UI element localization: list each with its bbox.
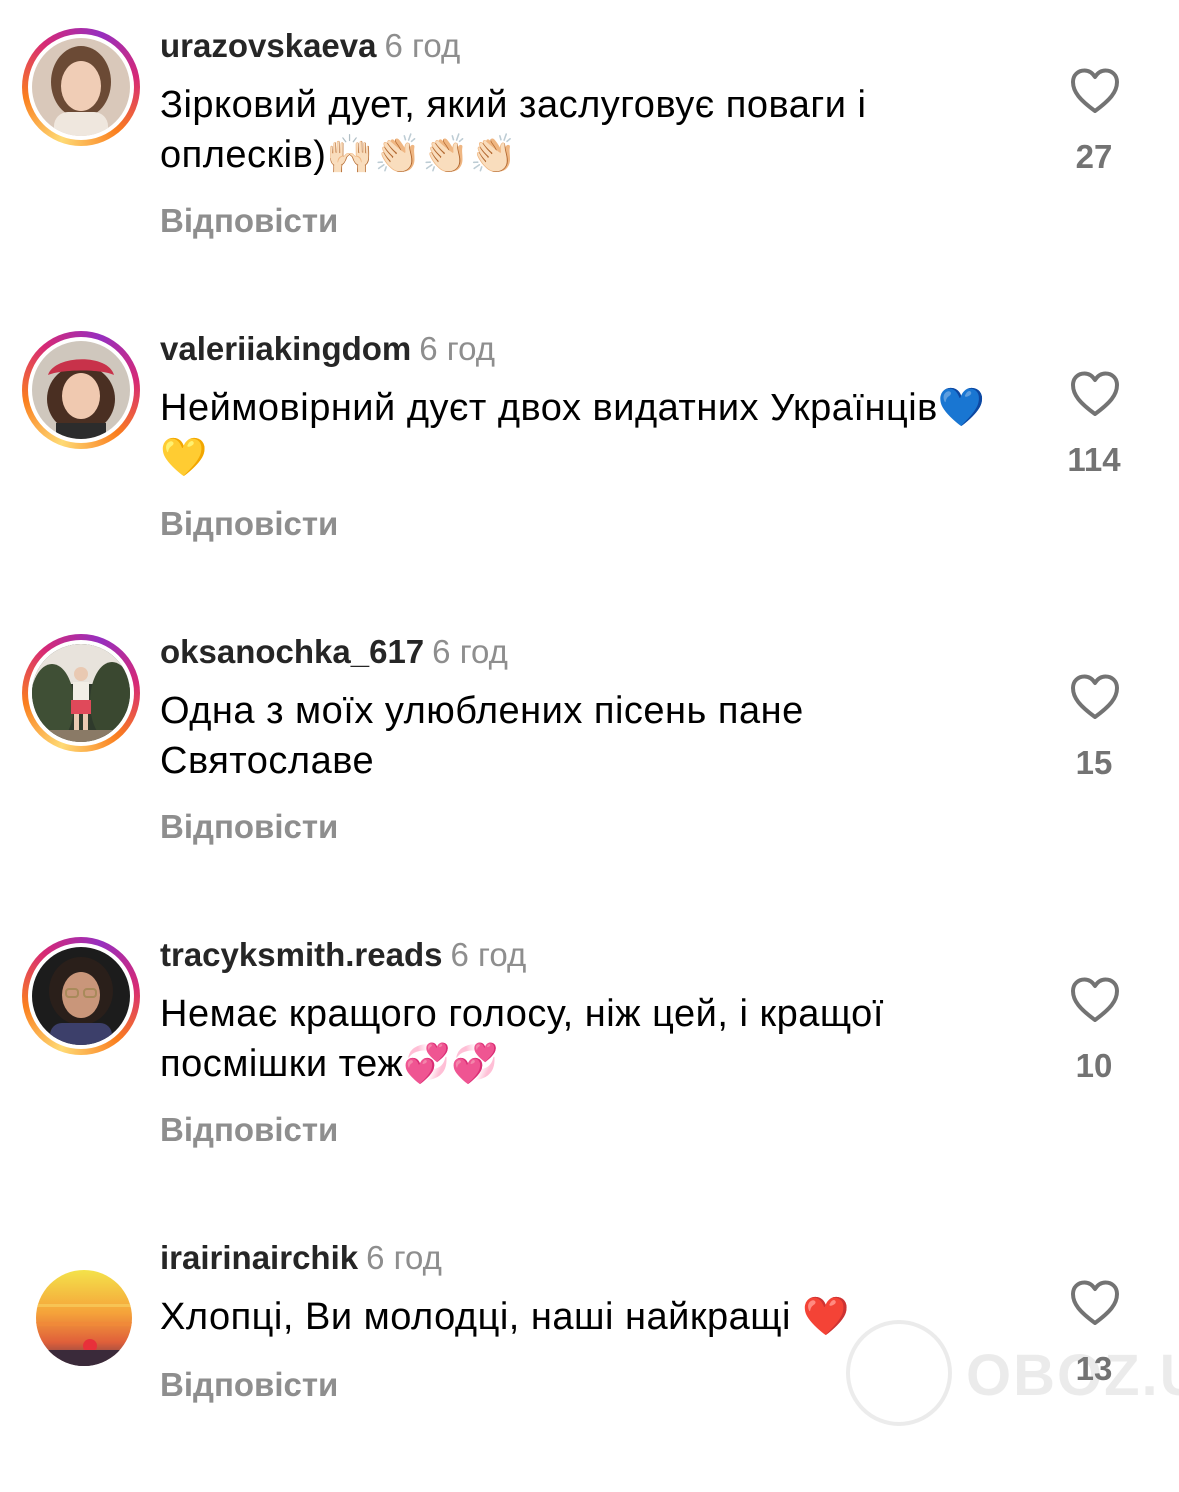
like-button[interactable] — [1060, 977, 1130, 1031]
comment-item: valeriiakingdom 6 год Неймовірний дуєт дв… — [0, 303, 1179, 583]
globe-icon — [846, 1320, 952, 1426]
reply-button[interactable]: Відповісти — [160, 1111, 338, 1149]
like-button[interactable] — [1060, 674, 1130, 728]
comment-text: Неймовірний дуєт двох видатних Українців… — [160, 387, 986, 479]
timestamp: 6 год — [366, 1239, 442, 1276]
reply-button[interactable]: Відповісти — [160, 505, 338, 543]
comment-text: Немає кращого голосу, ніж цей, і кращої … — [160, 993, 884, 1085]
reply-button[interactable]: Відповісти — [160, 202, 338, 240]
avatar[interactable] — [32, 38, 130, 136]
like-count: 27 — [1075, 138, 1113, 175]
story-ring[interactable] — [22, 634, 140, 752]
comment-item: tracyksmith.reads 6 год Немає кращого гол… — [0, 909, 1179, 1189]
username[interactable]: valeriiakingdom — [160, 330, 411, 367]
avatar[interactable] — [32, 644, 130, 742]
avatar-container[interactable] — [22, 1240, 140, 1366]
comment-meta: irairinairchik 6 год — [160, 1238, 442, 1278]
username[interactable]: tracyksmith.reads — [160, 936, 442, 973]
heart-outline-icon — [1071, 371, 1119, 416]
like-count: 114 — [1067, 441, 1121, 478]
comment-meta: tracyksmith.reads 6 год — [160, 935, 526, 975]
watermark: OBOZ.UA — [846, 1320, 1179, 1436]
heart-outline-icon — [1071, 68, 1119, 113]
timestamp: 6 год — [384, 27, 461, 64]
watermark-text: OBOZ.UA — [966, 1343, 1179, 1408]
heart-outline-icon — [1071, 977, 1119, 1022]
timestamp: 6 год — [432, 633, 508, 670]
story-ring[interactable] — [22, 28, 140, 146]
comment-item: oksanochka_617 6 год Одна з моїх улюблени… — [0, 606, 1179, 886]
avatar[interactable] — [32, 341, 130, 439]
username[interactable]: oksanochka_617 — [160, 633, 424, 670]
reply-button[interactable]: Відповісти — [160, 1366, 338, 1404]
heart-outline-icon — [1071, 674, 1119, 719]
comment-meta: oksanochka_617 6 год — [160, 632, 508, 672]
comment-meta: valeriiakingdom 6 год — [160, 329, 495, 369]
avatar[interactable] — [36, 1270, 132, 1366]
like-button[interactable] — [1060, 68, 1130, 122]
like-button[interactable] — [1060, 371, 1130, 425]
timestamp: 6 год — [419, 330, 495, 367]
comment-meta: urazovskaeva 6 год — [160, 26, 460, 66]
comment-text: Одна з моїх улюблених пісень пане Святос… — [160, 690, 804, 782]
story-ring[interactable] — [22, 331, 140, 449]
timestamp: 6 год — [450, 936, 527, 973]
like-count: 15 — [1075, 744, 1113, 781]
username[interactable]: urazovskaeva — [160, 27, 376, 64]
reply-button[interactable]: Відповісти — [160, 808, 338, 846]
comment-text: Зірковий дует, який заслуговує поваги і … — [160, 84, 867, 176]
avatar[interactable] — [32, 947, 130, 1045]
comment-item: urazovskaeva 6 год Зірковий дует, який за… — [0, 0, 1179, 280]
story-ring[interactable] — [22, 937, 140, 1055]
like-count: 10 — [1075, 1047, 1113, 1084]
username[interactable]: irairinairchik — [160, 1239, 358, 1276]
